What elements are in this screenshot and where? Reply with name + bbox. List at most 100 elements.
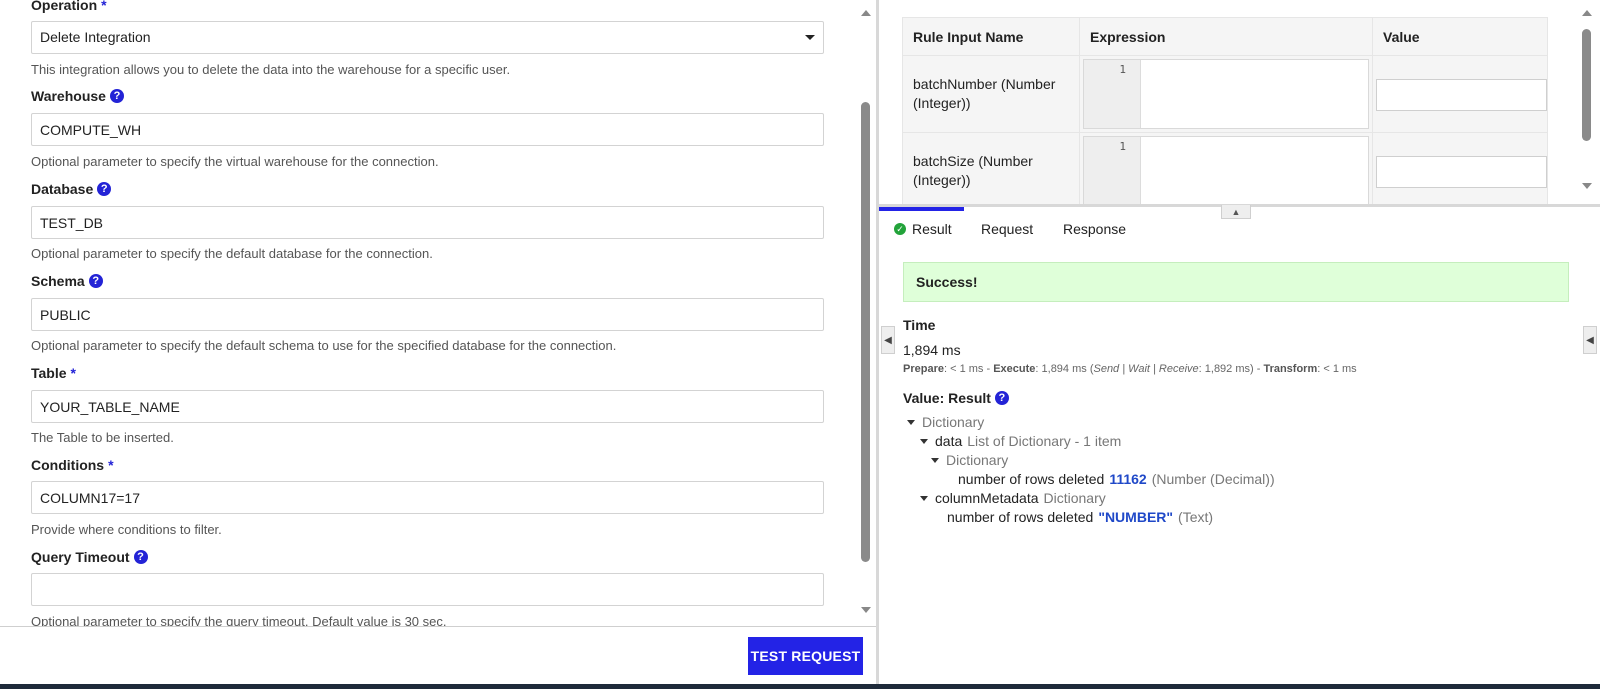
tree-node-root[interactable]: Dictionary xyxy=(907,414,984,430)
caret-down-icon[interactable] xyxy=(931,457,939,463)
value-result-label-text: Value: Result xyxy=(903,390,991,406)
line-gutter: 1 xyxy=(1084,60,1141,128)
scrollbar-thumb[interactable] xyxy=(1582,29,1591,141)
form-scrollbar[interactable] xyxy=(858,0,874,626)
conditions-input[interactable] xyxy=(31,481,824,514)
help-icon[interactable]: ? xyxy=(133,550,148,564)
active-tab-indicator xyxy=(879,207,964,211)
table-label-text: Table xyxy=(31,365,67,381)
help-icon[interactable]: ? xyxy=(109,89,124,103)
schema-label: Schema ? xyxy=(31,273,103,289)
rows-deleted-key: number of rows deleted xyxy=(958,471,1105,487)
tab-result-label: Result xyxy=(912,221,952,237)
tab-request-label: Request xyxy=(981,221,1034,237)
table-input[interactable] xyxy=(31,390,824,423)
test-request-button[interactable]: TEST REQUEST xyxy=(748,637,863,675)
value-input[interactable] xyxy=(1376,156,1547,188)
value-cell xyxy=(1372,132,1548,204)
tab-request[interactable]: Request xyxy=(981,221,1033,237)
transform-label: Transform xyxy=(1263,363,1318,375)
rule-inputs-scrollbar[interactable] xyxy=(1576,0,1598,204)
tab-result[interactable]: ✓ Result xyxy=(894,221,952,237)
scroll-up-arrow-icon[interactable] xyxy=(861,10,871,16)
scroll-up-arrow-icon[interactable] xyxy=(1582,10,1592,16)
scroll-down-arrow-icon[interactable] xyxy=(861,607,871,613)
help-icon[interactable]: ? xyxy=(97,182,112,196)
line-gutter: 1 xyxy=(1084,137,1141,204)
integration-form-panel: Operation * Delete Integration This inte… xyxy=(0,0,876,689)
required-marker: * xyxy=(108,457,114,473)
operation-select-value: Delete Integration xyxy=(40,29,151,45)
database-label: Database ? xyxy=(31,181,112,197)
transform-value: : < 1 ms xyxy=(1317,363,1357,375)
chevron-down-icon[interactable] xyxy=(805,35,815,40)
table-help-text: The Table to be inserted. xyxy=(31,430,174,445)
required-marker: * xyxy=(70,365,76,381)
tab-response[interactable]: Response xyxy=(1063,221,1126,237)
success-banner: Success! xyxy=(903,262,1569,302)
scrollbar-thumb[interactable] xyxy=(861,102,870,562)
tab-response-label: Response xyxy=(1063,221,1127,237)
rule-input-name: batchNumber (Number (Integer)) xyxy=(902,55,1080,133)
column-header-rule-input-name: Rule Input Name xyxy=(902,17,1080,56)
meta-rows-deleted-type: (Text) xyxy=(1178,509,1214,525)
conditions-label-text: Conditions xyxy=(31,457,105,473)
conditions-help-text: Provide where conditions to filter. xyxy=(31,522,222,537)
caret-down-icon[interactable] xyxy=(920,495,928,501)
tree-node-column-metadata[interactable]: columnMetadata Dictionary xyxy=(920,490,1106,506)
collapse-right-arrow-icon[interactable]: ◀ xyxy=(1583,326,1597,354)
rows-deleted-type: (Number (Decimal)) xyxy=(1151,471,1275,487)
operation-help-text: This integration allows you to delete th… xyxy=(31,62,511,77)
column-metadata-key: columnMetadata xyxy=(935,490,1039,506)
database-input[interactable] xyxy=(31,206,824,239)
tree-node-data[interactable]: data List of Dictionary - 1 item xyxy=(920,433,1121,449)
column-header-value: Value xyxy=(1372,17,1548,56)
query-timeout-input[interactable] xyxy=(31,573,824,606)
help-icon[interactable]: ? xyxy=(994,391,1009,405)
success-check-icon: ✓ xyxy=(894,223,906,235)
tree-leaf-rows-deleted: number of rows deleted 11162 (Number (De… xyxy=(958,471,1275,487)
table-row: batchSize (Number (Integer)) 1 xyxy=(902,132,1548,204)
caret-down-icon[interactable] xyxy=(920,438,928,444)
table-header-row: Rule Input Name Expression Value xyxy=(902,17,1548,56)
execute-value: : 1,894 ms ( xyxy=(1035,363,1094,375)
query-timeout-help-text: Optional parameter to specify the query … xyxy=(31,614,447,626)
rule-inputs-table: Rule Input Name Expression Value batchNu… xyxy=(902,17,1548,204)
warehouse-label-text: Warehouse xyxy=(31,88,106,104)
column-metadata-type: Dictionary xyxy=(1043,490,1106,506)
tree-data-key: data xyxy=(935,433,963,449)
expression-editor[interactable]: 1 xyxy=(1083,136,1369,204)
form-scroll-area: Operation * Delete Integration This inte… xyxy=(0,0,876,626)
schema-help-text: Optional parameter to specify the defaul… xyxy=(31,338,617,353)
scroll-down-arrow-icon[interactable] xyxy=(1582,183,1592,189)
meta-rows-deleted-key: number of rows deleted xyxy=(947,509,1094,525)
tree-leaf-meta-rows-deleted: number of rows deleted "NUMBER" (Text) xyxy=(947,509,1213,525)
query-timeout-label: Query Timeout ? xyxy=(31,549,148,565)
warehouse-input[interactable] xyxy=(31,113,824,146)
query-timeout-label-text: Query Timeout xyxy=(31,549,130,565)
expression-editor[interactable]: 1 xyxy=(1083,59,1369,129)
warehouse-help-text: Optional parameter to specify the virtua… xyxy=(31,154,439,169)
result-tabs: ✓ Result Request Response xyxy=(879,207,1600,245)
help-icon[interactable]: ? xyxy=(88,274,103,288)
line-number: 1 xyxy=(1119,140,1126,153)
tree-node-inner-dictionary[interactable]: Dictionary xyxy=(931,452,1008,468)
operation-select[interactable]: Delete Integration xyxy=(31,21,824,54)
rows-deleted-value: 11162 xyxy=(1109,471,1147,487)
rule-input-name: batchSize (Number (Integer)) xyxy=(902,132,1080,204)
rule-inputs-area: Rule Input Name Expression Value batchNu… xyxy=(879,0,1600,204)
conditions-label: Conditions * xyxy=(31,457,114,473)
schema-label-text: Schema xyxy=(31,273,85,289)
database-label-text: Database xyxy=(31,181,94,197)
column-header-expression: Expression xyxy=(1079,17,1373,56)
schema-input[interactable] xyxy=(31,298,824,331)
collapse-left-arrow-icon[interactable]: ◀ xyxy=(881,326,895,354)
value-cell xyxy=(1372,55,1548,133)
line-number: 1 xyxy=(1119,63,1126,76)
caret-down-icon[interactable] xyxy=(907,419,915,425)
value-input[interactable] xyxy=(1376,79,1547,111)
expression-cell: 1 xyxy=(1079,55,1373,133)
database-help-text: Optional parameter to specify the defaul… xyxy=(31,246,433,261)
time-label: Time xyxy=(903,317,936,333)
prepare-value: : < 1 ms - xyxy=(943,363,994,375)
